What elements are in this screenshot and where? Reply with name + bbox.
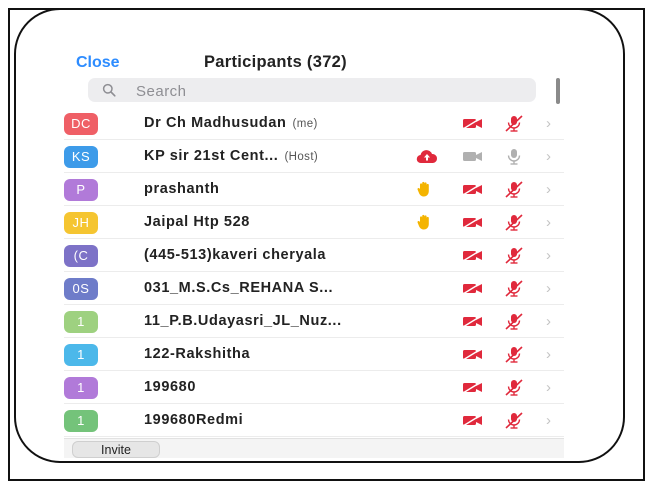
participant-name-line: 031_M.S.Cs_REHANA S...: [144, 280, 333, 296]
microphone-muted-icon[interactable]: [504, 181, 524, 198]
participant-row[interactable]: 1 199680Redmi ›: [64, 405, 564, 437]
participant-name: prashanth: [144, 181, 220, 197]
participant-name: 199680Redmi: [144, 412, 244, 428]
participant-name-line: Jaipal Htp 528: [144, 214, 250, 230]
chevron-right-icon[interactable]: ›: [546, 379, 551, 396]
participant-name: 11_P.B.Udayasri_JL_Nuz...: [144, 313, 342, 329]
participant-row[interactable]: (C (445-513)kaveri cheryala ›: [64, 240, 564, 272]
participant-name-line: (445-513)kaveri cheryala: [144, 247, 326, 263]
avatar: 0S: [64, 278, 98, 300]
microphone-muted-icon[interactable]: [504, 214, 524, 231]
participant-name-line: prashanth: [144, 181, 220, 197]
video-off-icon[interactable]: [462, 348, 484, 361]
search-input[interactable]: [134, 80, 518, 102]
microphone-muted-icon[interactable]: [504, 313, 524, 330]
participant-row[interactable]: KS KP sir 21st Cent... (Host) ›: [64, 141, 564, 173]
chevron-right-icon[interactable]: ›: [546, 148, 551, 165]
participant-name-line: KP sir 21st Cent... (Host): [144, 148, 318, 164]
participant-name: 031_M.S.Cs_REHANA S...: [144, 280, 334, 296]
participant-row[interactable]: 0S 031_M.S.Cs_REHANA S... ›: [64, 273, 564, 305]
microphone-muted-icon[interactable]: [504, 280, 524, 297]
participant-name: Jaipal Htp 528: [144, 214, 250, 230]
close-button[interactable]: Close: [76, 54, 120, 72]
participant-name-line: 122-Rakshitha: [144, 346, 250, 362]
microphone-muted-icon[interactable]: [504, 247, 524, 264]
chevron-right-icon[interactable]: ›: [546, 412, 551, 429]
footer: Invite: [64, 438, 564, 458]
cloud-recording-icon: [416, 150, 438, 164]
participant-row[interactable]: DC Dr Ch Madhusudan (me) ›: [64, 108, 564, 140]
page-title: Participants (372): [204, 53, 347, 71]
participant-name: (445-513)kaveri cheryala: [144, 247, 327, 263]
avatar: (C: [64, 245, 98, 267]
raised-hand-icon: [417, 181, 429, 197]
participant-row[interactable]: 1 11_P.B.Udayasri_JL_Nuz... ›: [64, 306, 564, 338]
raised-hand-icon: [417, 214, 429, 230]
video-off-icon[interactable]: [462, 315, 484, 328]
video-off-icon[interactable]: [462, 282, 484, 295]
participant-name: 199680: [144, 379, 196, 395]
participant-row[interactable]: 1 122-Rakshitha ›: [64, 339, 564, 371]
video-off-icon[interactable]: [462, 381, 484, 394]
avatar: DC: [64, 113, 98, 135]
invite-button[interactable]: Invite: [72, 441, 160, 458]
microphone-muted-icon[interactable]: [504, 412, 524, 429]
microphone-icon[interactable]: [504, 148, 524, 165]
participant-row[interactable]: Pprashanth ›: [64, 174, 564, 206]
search-icon: [102, 83, 116, 97]
avatar: P: [64, 179, 98, 201]
avatar: 1: [64, 377, 98, 399]
avatar: 1: [64, 410, 98, 432]
participant-name-line: 199680Redmi: [144, 412, 243, 428]
video-off-icon[interactable]: [462, 414, 484, 427]
chevron-right-icon[interactable]: ›: [546, 181, 551, 198]
participant-role-tag: (me): [292, 118, 318, 130]
avatar: JH: [64, 212, 98, 234]
chevron-right-icon[interactable]: ›: [546, 115, 551, 132]
participants-screen: Close Participants (372) DC Dr Ch Madhusu…: [64, 40, 564, 458]
avatar: 1: [64, 344, 98, 366]
participant-name: Dr Ch Madhusudan: [144, 115, 287, 131]
avatar: 1: [64, 311, 98, 333]
microphone-muted-icon[interactable]: [504, 115, 524, 132]
participant-name: KP sir 21st Cent...: [144, 148, 279, 164]
video-off-icon[interactable]: [462, 183, 484, 196]
participant-row[interactable]: JH Jaipal Htp 528 ›: [64, 207, 564, 239]
chevron-right-icon[interactable]: ›: [546, 313, 551, 330]
video-off-icon[interactable]: [462, 216, 484, 229]
participant-role-tag: (Host): [284, 151, 319, 163]
rounded-card: Close Participants (372) DC Dr Ch Madhusu…: [14, 8, 625, 463]
participant-name-line: 199680: [144, 379, 196, 395]
participant-name-line: Dr Ch Madhusudan (me): [144, 115, 318, 131]
chevron-right-icon[interactable]: ›: [546, 346, 551, 363]
microphone-muted-icon[interactable]: [504, 379, 524, 396]
microphone-muted-icon[interactable]: [504, 346, 524, 363]
avatar: KS: [64, 146, 98, 168]
participant-row[interactable]: 1 199680 ›: [64, 372, 564, 404]
video-icon[interactable]: [462, 150, 484, 163]
chevron-right-icon[interactable]: ›: [546, 247, 551, 264]
search-bar[interactable]: [88, 78, 536, 102]
scrollbar[interactable]: [556, 78, 560, 104]
chevron-right-icon[interactable]: ›: [546, 214, 551, 231]
participant-name-line: 11_P.B.Udayasri_JL_Nuz...: [144, 313, 342, 329]
chevron-right-icon[interactable]: ›: [546, 280, 551, 297]
video-off-icon[interactable]: [462, 117, 484, 130]
participant-name: 122-Rakshitha: [144, 346, 251, 362]
video-off-icon[interactable]: [462, 249, 484, 262]
